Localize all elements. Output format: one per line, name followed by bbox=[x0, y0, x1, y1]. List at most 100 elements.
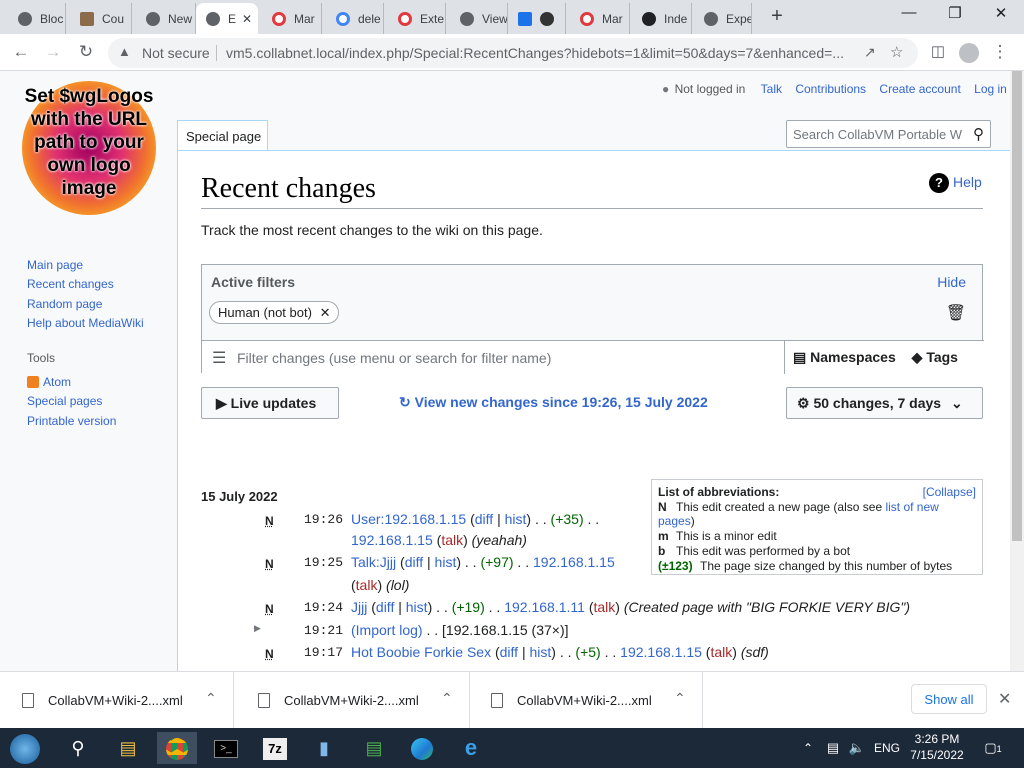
diff-link[interactable]: diff bbox=[376, 599, 394, 615]
page-link[interactable]: Talk:Jjjj bbox=[351, 554, 396, 570]
address-bar[interactable]: ▲ Not secure vm5.collabnet.local/index.p… bbox=[108, 38, 918, 68]
tab-inde[interactable]: Inde bbox=[632, 3, 692, 34]
diff-link[interactable]: diff bbox=[405, 554, 423, 570]
sidebar-item-recent-changes[interactable]: Recent changes bbox=[27, 277, 114, 291]
help-label[interactable]: Help bbox=[953, 174, 982, 190]
help-link[interactable]: ? Help bbox=[929, 173, 982, 193]
close-window-icon[interactable]: ✕ bbox=[978, 4, 1024, 26]
filter-input[interactable]: Filter changes (use menu or search for f… bbox=[237, 350, 551, 366]
terminal-icon[interactable]: >_ bbox=[206, 732, 246, 764]
page-link[interactable]: Hot Boobie Forkie Sex bbox=[351, 644, 491, 660]
not-secure-label[interactable]: Not secure bbox=[142, 45, 210, 61]
collapse-link[interactable]: [Collapse] bbox=[923, 485, 976, 499]
tab-dele[interactable]: dele bbox=[326, 3, 384, 34]
user-link[interactable]: 192.168.1.15 bbox=[351, 532, 433, 548]
tray-chevron-up-icon[interactable]: ⌃ bbox=[798, 732, 818, 764]
wiki-logo[interactable]: Set $wgLogos with the URL path to your o… bbox=[22, 81, 156, 221]
start-button[interactable] bbox=[5, 732, 45, 765]
namespaces-button[interactable]: ▤ Namespaces bbox=[793, 349, 896, 365]
close-downloads-icon[interactable]: ✕ bbox=[998, 689, 1011, 709]
diff-link[interactable]: diff bbox=[475, 511, 493, 527]
download-item[interactable]: CollabVM+Wiki-2....xml ⌃ bbox=[469, 672, 703, 729]
tab-mar[interactable]: Mar bbox=[262, 3, 322, 34]
tools-item-printable-version[interactable]: Printable version bbox=[27, 414, 116, 428]
expand-arrow-icon[interactable]: ▶ bbox=[254, 623, 261, 634]
file-explorer-icon[interactable]: ▤ bbox=[108, 732, 148, 764]
live-updates-button[interactable]: ▶ Live updates bbox=[201, 387, 339, 419]
user-talk-link[interactable]: talk bbox=[356, 577, 378, 593]
warning-icon[interactable]: ▲ bbox=[118, 44, 131, 59]
search-input[interactable]: Search CollabVM Portable W ⚲ bbox=[786, 120, 991, 148]
scrollbar[interactable] bbox=[1010, 71, 1024, 671]
tab-expe[interactable]: Expe bbox=[694, 3, 752, 34]
hist-link[interactable]: hist bbox=[435, 554, 457, 570]
menu-icon[interactable]: ☰ bbox=[212, 348, 226, 368]
user-link[interactable]: 192.168.1.11 bbox=[504, 599, 585, 615]
user-talk-link[interactable]: talk bbox=[441, 532, 463, 548]
url-text[interactable]: vm5.collabnet.local/index.php/Special:Re… bbox=[226, 45, 856, 61]
import-log-link[interactable]: (Import log) bbox=[351, 622, 423, 638]
sidebar-item-help[interactable]: Help about MediaWiki bbox=[27, 316, 144, 330]
new-tab-icon[interactable]: + bbox=[767, 5, 787, 28]
log-in-link[interactable]: Log in bbox=[974, 82, 1007, 96]
volume-icon[interactable]: 🔈 bbox=[846, 732, 868, 764]
tab-app[interactable] bbox=[508, 3, 566, 34]
chevron-up-icon[interactable]: ⌃ bbox=[674, 690, 686, 707]
user-talk-link[interactable]: talk bbox=[710, 644, 732, 660]
maximize-icon[interactable]: ❐ bbox=[932, 4, 978, 26]
edge-icon[interactable] bbox=[402, 732, 442, 764]
notepadpp-icon[interactable]: ▤ bbox=[354, 732, 394, 764]
contributions-link[interactable]: Contributions bbox=[795, 82, 866, 96]
search-icon[interactable]: ⚲ bbox=[58, 732, 98, 764]
hist-link[interactable]: hist bbox=[530, 644, 552, 660]
sidebar-item-main-page[interactable]: Main page bbox=[27, 258, 83, 272]
page-link[interactable]: User:192.168.1.15 bbox=[351, 511, 466, 527]
back-icon[interactable]: ← bbox=[9, 40, 33, 64]
reload-icon[interactable]: ↻ bbox=[74, 40, 98, 64]
filter-chip[interactable]: Human (not bot) ✕ bbox=[209, 301, 340, 324]
network-icon[interactable]: ▤ bbox=[822, 732, 844, 764]
user-link[interactable]: 192.168.1.15 bbox=[533, 554, 615, 570]
download-item[interactable]: CollabVM+Wiki-2....xml ⌃ bbox=[0, 672, 234, 729]
share-icon[interactable]: ↗ bbox=[864, 44, 876, 61]
diff-link[interactable]: diff bbox=[500, 644, 518, 660]
talk-link[interactable]: Talk bbox=[761, 82, 782, 96]
language-indicator[interactable]: ENG bbox=[872, 732, 902, 764]
internet-explorer-icon[interactable]: e bbox=[451, 732, 491, 764]
user-link[interactable]: 192.168.1.15 bbox=[620, 644, 702, 660]
tab-bloc[interactable]: Bloc bbox=[8, 3, 66, 34]
trash-icon[interactable]: 🗑 bbox=[946, 303, 966, 323]
clock[interactable]: 3:26 PM 7/15/2022 bbox=[906, 731, 968, 763]
view-new-changes-link[interactable]: ↻ View new changes since 19:26, 15 July … bbox=[399, 394, 708, 411]
chrome-icon[interactable] bbox=[157, 732, 197, 764]
close-tab-icon[interactable]: ✕ bbox=[242, 12, 252, 26]
tab-view[interactable]: View bbox=[450, 3, 508, 34]
download-item[interactable]: CollabVM+Wiki-2....xml ⌃ bbox=[236, 672, 470, 729]
tab-new[interactable]: New bbox=[136, 3, 196, 34]
side-panel-icon[interactable]: ◫ bbox=[926, 40, 950, 64]
bookmark-star-icon[interactable]: ☆ bbox=[890, 43, 903, 61]
chevron-up-icon[interactable]: ⌃ bbox=[441, 690, 453, 707]
sidebar-item-random-page[interactable]: Random page bbox=[27, 297, 102, 311]
search-icon[interactable]: ⚲ bbox=[973, 125, 984, 143]
profile-icon[interactable] bbox=[957, 40, 981, 64]
hist-link[interactable]: hist bbox=[406, 599, 428, 615]
tab-mar-2[interactable]: Mar bbox=[570, 3, 630, 34]
tools-item-special-pages[interactable]: Special pages bbox=[27, 394, 102, 408]
scrollbar-thumb[interactable] bbox=[1012, 71, 1022, 541]
hide-filters-link[interactable]: Hide bbox=[937, 274, 966, 290]
forward-icon[interactable]: → bbox=[41, 40, 65, 64]
tab-special-page[interactable]: Special page bbox=[177, 120, 268, 151]
hist-link[interactable]: hist bbox=[505, 511, 527, 527]
7zip-icon[interactable]: 7z bbox=[255, 732, 295, 764]
notifications-icon[interactable]: ▢1 bbox=[978, 732, 1008, 764]
remove-filter-icon[interactable]: ✕ bbox=[320, 305, 331, 320]
tools-item-atom[interactable]: Atom bbox=[43, 375, 71, 389]
user-talk-link[interactable]: talk bbox=[594, 599, 616, 615]
tab-exte[interactable]: Exte bbox=[388, 3, 446, 34]
tab-active[interactable]: E ✕ bbox=[196, 3, 258, 34]
page-link[interactable]: Jjjj bbox=[351, 599, 367, 615]
show-all-button[interactable]: Show all bbox=[911, 684, 987, 714]
minimize-icon[interactable]: — bbox=[886, 4, 932, 26]
menu-icon[interactable]: ⋮ bbox=[988, 40, 1012, 64]
